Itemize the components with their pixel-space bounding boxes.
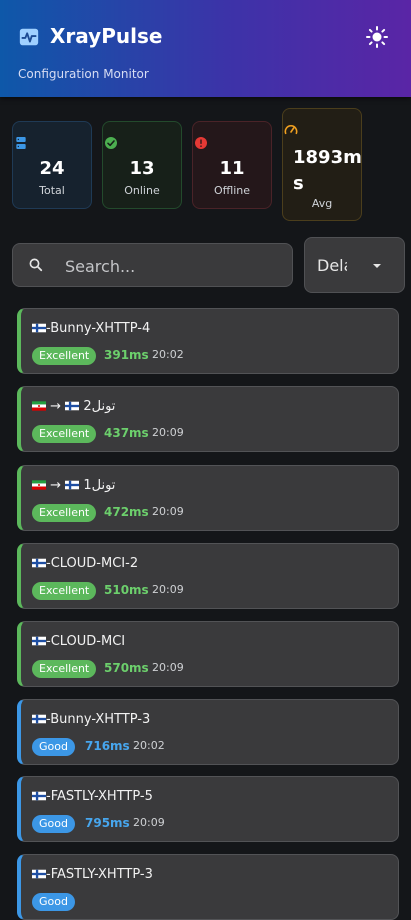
config-name-text: تونل1 [83,478,116,493]
config-name: -CLOUD-MCI [32,634,125,649]
ping-value: 472ms [104,505,149,519]
config-name-text: -CLOUD-MCI-2 [46,556,139,571]
iran-flag-icon [32,401,46,411]
sort-selected-value: Delay [317,256,347,275]
status-badge: Excellent [32,582,97,600]
config-card[interactable]: → تونل1 Excellent 472ms 20:09 [17,465,399,531]
finland-flag-icon [32,791,46,801]
config-name: -CLOUD-MCI-2 [32,556,138,571]
check-time: 20:02 [133,739,165,752]
ping-value: 510ms [104,583,149,597]
stat-avg-label: Avg [311,197,333,210]
status-badge: Excellent [32,504,97,522]
search-icon [29,258,43,272]
config-card[interactable]: -FASTLY-XHTTP-3 Good [17,854,399,920]
ping-value: 795ms [85,816,130,830]
config-card[interactable]: -Bunny-XHTTP-3 Good 716ms 20:02 [17,699,399,765]
app-title: XrayPulse [50,24,163,48]
finland-flag-icon [32,636,46,646]
check-time: 20:09 [133,816,165,829]
search-box[interactable] [12,243,293,287]
status-badge: Good [32,738,75,756]
ping-value: 437ms [104,426,149,440]
finland-flag-icon [32,558,46,568]
config-name: -FASTLY-XHTTP-3 [32,867,153,882]
config-name: → تونل2 [32,399,115,414]
server-icon [16,137,26,149]
finland-flag-icon [65,401,80,411]
stat-total-label: Total [39,184,65,197]
check-time: 20:09 [152,583,184,596]
stat-total-value: 24 [39,158,65,179]
stat-offline-value: 11 [219,158,245,179]
sort-select[interactable]: Delay [304,237,405,293]
finland-flag-icon [32,714,46,724]
route-arrow: → [50,478,62,493]
config-card[interactable]: -FASTLY-XHTTP-5 Good 795ms 20:09 [17,776,399,842]
ping-value: 570ms [104,661,149,675]
stat-online-label: Online [124,184,160,197]
app-header: XrayPulse Configuration Monitor [0,0,411,97]
config-name-text: -FASTLY-XHTTP-3 [46,867,153,882]
status-badge: Good [32,893,75,911]
finland-flag-icon [65,480,80,490]
stat-card-total: 24 Total [12,121,92,209]
ping-value: 716ms [85,739,130,753]
check-circle-icon [105,137,117,149]
config-name-text: -CLOUD-MCI [46,634,126,649]
chevron-down-icon [373,264,381,268]
finland-flag-icon [32,323,46,333]
status-badge: Good [32,815,75,833]
stat-online-value: 13 [129,158,155,179]
config-name: -Bunny-XHTTP-3 [32,712,150,727]
finland-flag-icon [32,869,46,879]
stat-card-offline: 11 Offline [192,121,272,209]
check-time: 20:09 [152,426,184,439]
stat-card-online: 13 Online [102,121,182,209]
config-name: -Bunny-XHTTP-4 [32,321,150,336]
alert-circle-icon [195,137,207,149]
stat-avg-value: 1893m s [293,147,362,194]
config-name-text: -Bunny-XHTTP-3 [46,712,151,727]
config-name-text: تونل2 [83,399,116,414]
stat-card-avg: 1893m s Avg [282,108,362,221]
config-name: → تونل1 [32,478,115,493]
stat-offline-label: Offline [213,184,251,197]
route-arrow: → [50,399,62,414]
config-card[interactable]: → تونل2 Excellent 437ms 20:09 [17,386,399,452]
status-badge: Excellent [32,347,97,365]
config-name-text: -Bunny-XHTTP-4 [46,321,151,336]
config-card[interactable]: -CLOUD-MCI-2 Excellent 510ms 20:09 [17,543,399,609]
ping-value: 391ms [104,348,149,362]
config-name-text: -FASTLY-XHTTP-5 [46,789,153,804]
search-input[interactable] [63,252,287,280]
check-time: 20:09 [152,661,184,674]
status-badge: Excellent [32,425,97,443]
speedometer-icon [284,125,298,135]
theme-toggle-sun-icon[interactable] [365,25,389,49]
config-name: -FASTLY-XHTTP-5 [32,789,153,804]
iran-flag-icon [32,480,46,490]
config-card[interactable]: -Bunny-XHTTP-4 Excellent 391ms 20:02 [17,308,399,374]
status-badge: Excellent [32,660,97,678]
check-time: 20:09 [152,505,184,518]
pulse-monitor-icon [19,28,39,46]
config-card[interactable]: -CLOUD-MCI Excellent 570ms 20:09 [17,621,399,687]
check-time: 20:02 [152,348,184,361]
app-subtitle: Configuration Monitor [18,67,149,81]
